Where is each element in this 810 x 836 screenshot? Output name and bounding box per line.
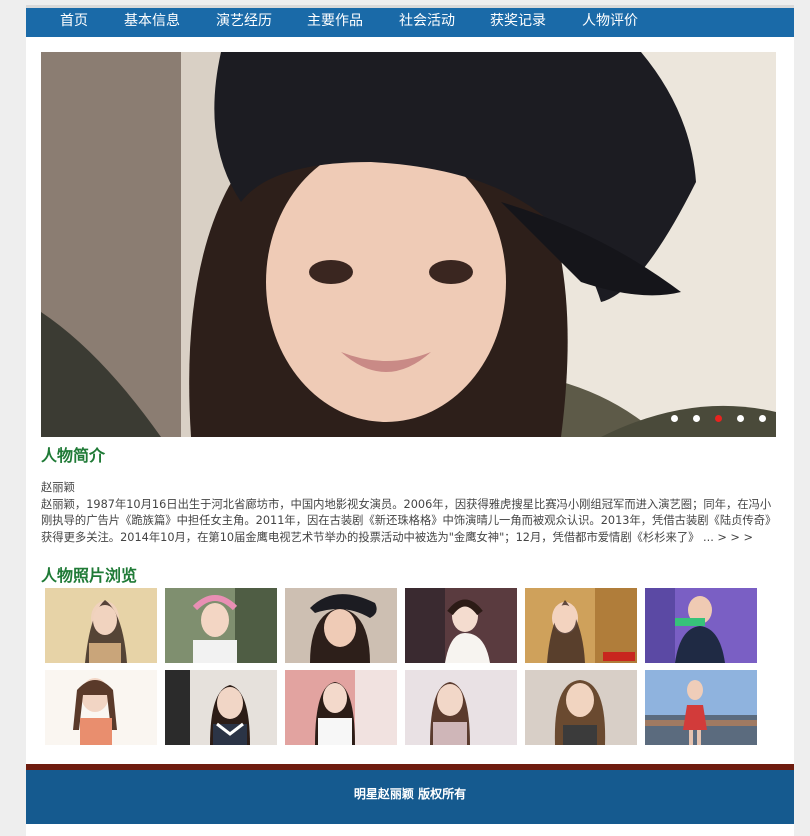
- profile-text: 赵丽颖 赵丽颖，1987年10月16日出生于河北省廊坊市，中国内地影视女演员。2…: [41, 480, 774, 546]
- gallery-photo[interactable]: [165, 588, 277, 663]
- copyright-text: 明星赵丽颖 版权所有: [353, 787, 467, 801]
- nav-item-career[interactable]: 演艺经历: [216, 8, 272, 37]
- hero-carousel[interactable]: [41, 52, 776, 437]
- page-container: 首页 基本信息 演艺经历 主要作品 社会活动 获奖记录 人物评价 人物简介 赵丽…: [26, 5, 794, 836]
- carousel-dot[interactable]: [670, 415, 678, 422]
- gallery-photo[interactable]: [525, 588, 637, 663]
- gallery-photo[interactable]: [285, 588, 397, 663]
- gallery-photo[interactable]: [165, 670, 277, 745]
- gallery-photo[interactable]: [405, 670, 517, 745]
- carousel-dot[interactable]: [692, 415, 700, 422]
- carousel-dot[interactable]: [759, 415, 766, 422]
- hero-photo: [41, 52, 776, 437]
- carousel-dot[interactable]: [736, 415, 744, 422]
- profile-name: 赵丽颖: [41, 481, 75, 494]
- gallery-photo[interactable]: [525, 670, 637, 745]
- gallery-photo[interactable]: [45, 670, 157, 745]
- profile-bio-body: 赵丽颖，1987年10月16日出生于河北省廊坊市，中国内地影视女演员。2006年…: [41, 497, 772, 544]
- gallery-photo[interactable]: [45, 588, 157, 663]
- nav-item-reviews[interactable]: 人物评价: [582, 8, 638, 37]
- read-more-link[interactable]: ... > > >: [699, 531, 753, 544]
- gallery-photo[interactable]: [405, 588, 517, 663]
- carousel-dots: [661, 407, 766, 426]
- carousel-dot-active[interactable]: [714, 415, 722, 422]
- main-nav: 首页 基本信息 演艺经历 主要作品 社会活动 获奖记录 人物评价: [26, 8, 794, 37]
- nav-item-awards[interactable]: 获奖记录: [490, 8, 546, 37]
- gallery-heading: 人物照片浏览: [41, 566, 138, 585]
- nav-item-home[interactable]: 首页: [60, 8, 88, 37]
- footer: 明星赵丽颖 版权所有: [26, 770, 794, 824]
- gallery-photo[interactable]: [645, 588, 757, 663]
- nav-item-social-activities[interactable]: 社会活动: [399, 8, 455, 37]
- nav-item-works[interactable]: 主要作品: [307, 8, 363, 37]
- nav-item-basic-info[interactable]: 基本信息: [124, 8, 180, 37]
- gallery-photo[interactable]: [645, 670, 757, 745]
- gallery-photo[interactable]: [285, 670, 397, 745]
- profile-bio: 赵丽颖，1987年10月16日出生于河北省廊坊市，中国内地影视女演员。2006年…: [41, 497, 774, 547]
- profile-heading: 人物简介: [41, 446, 106, 465]
